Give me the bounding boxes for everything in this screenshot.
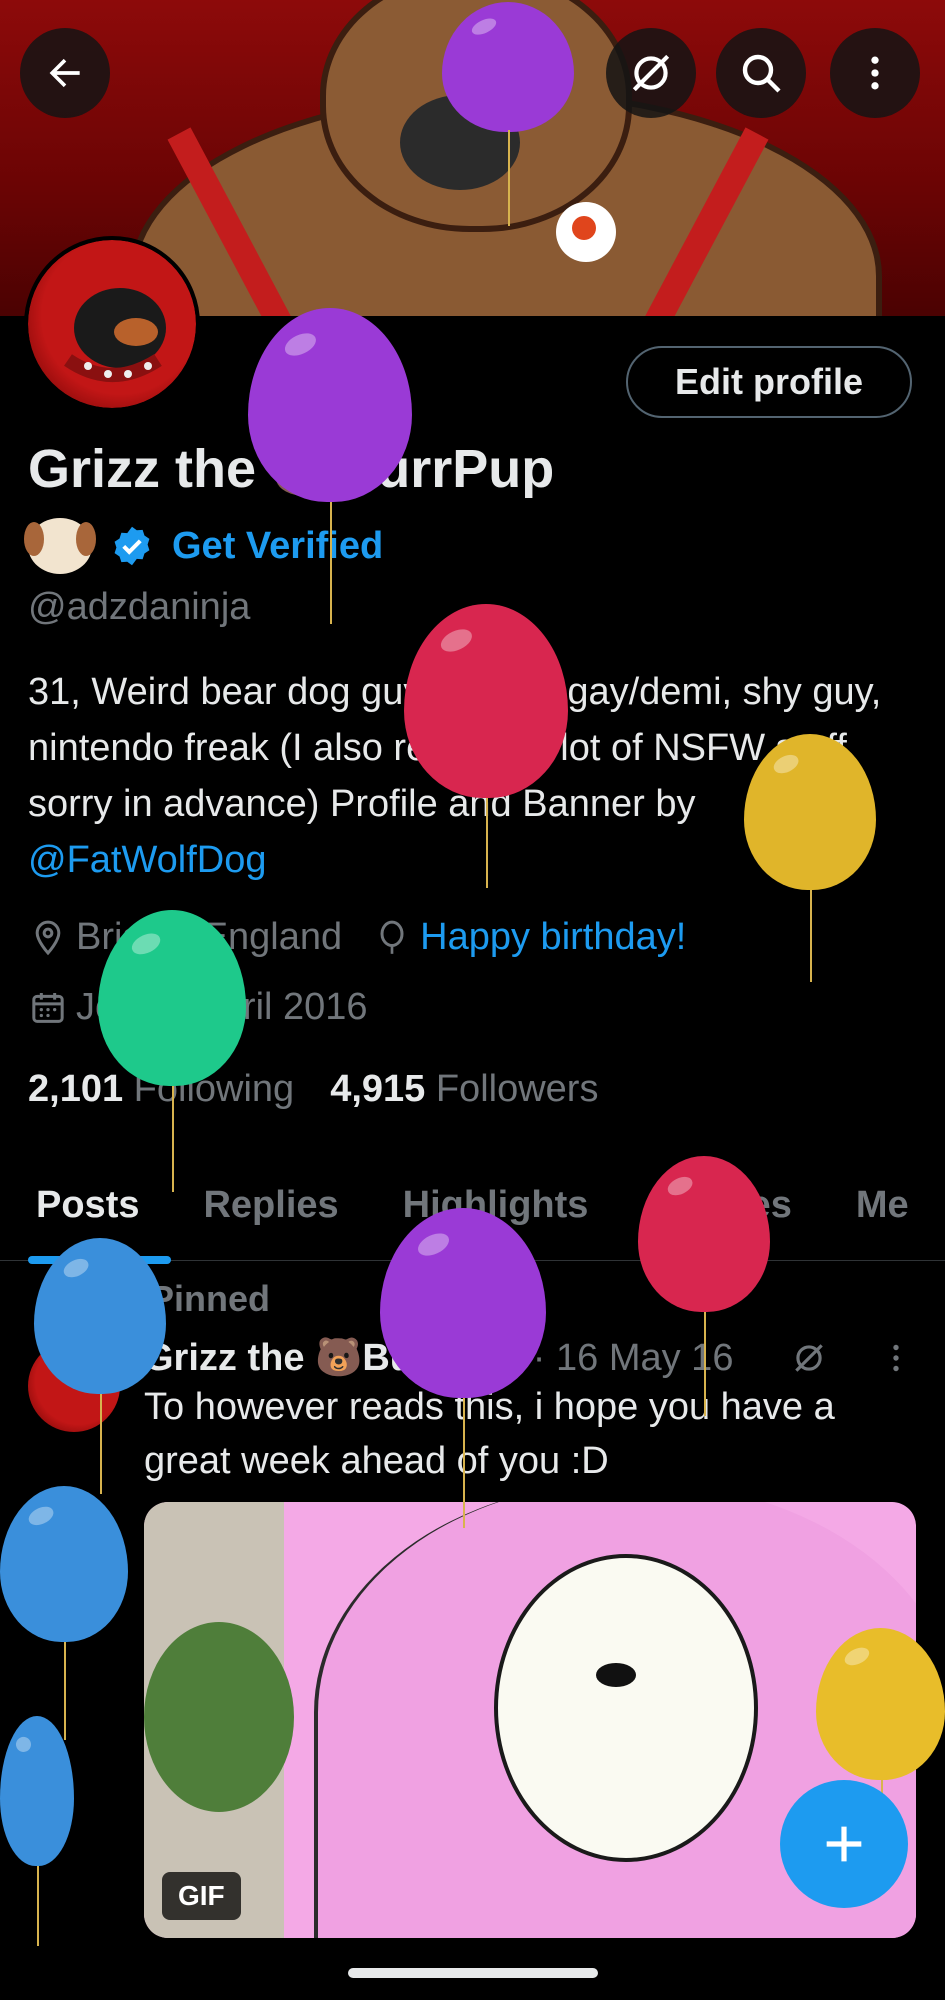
- bio-mention-link[interactable]: @FatWolfDog: [28, 839, 267, 881]
- following-label: Following: [133, 1068, 295, 1110]
- back-button[interactable]: [20, 28, 110, 118]
- profile-handle: @adzdaninja: [28, 586, 251, 628]
- following-count: 2,101: [28, 1068, 124, 1110]
- bio-text: 31, Weird bear dog guy, gamer, gay/demi,…: [28, 671, 882, 825]
- followers-count: 4,915: [330, 1068, 426, 1110]
- plus-icon: [826, 1826, 862, 1862]
- avatar-image: [28, 240, 196, 408]
- profile-avatar[interactable]: [24, 236, 200, 412]
- followers-link[interactable]: 4,915 Followers: [330, 1068, 598, 1111]
- location-text: Bristol, England: [76, 916, 343, 958]
- calendar-icon: [32, 992, 64, 1023]
- media-face: [494, 1554, 758, 1862]
- dog-emoji-icon: [24, 518, 96, 574]
- search-icon: [742, 54, 781, 93]
- pinned-label-row: Pinned: [92, 1278, 270, 1320]
- post-text: To however reads this, i hope you have a…: [144, 1386, 835, 1482]
- banner-bear-muzzle: [400, 95, 520, 190]
- tab-posts[interactable]: Posts: [0, 1170, 172, 1264]
- tab-media[interactable]: Me: [820, 1170, 937, 1260]
- more-vertical-icon[interactable]: [878, 1340, 914, 1376]
- more-button[interactable]: [830, 28, 920, 118]
- display-name: Grizz the 🐻BurrPup: [28, 439, 555, 499]
- post-avatar[interactable]: [28, 1340, 120, 1432]
- gif-badge: GIF: [162, 1872, 241, 1920]
- balloon-blue-3: [0, 1716, 74, 1946]
- tab-replies[interactable]: Replies: [167, 1170, 366, 1260]
- joined-row: Joined April 2016: [28, 986, 368, 1029]
- verified-badge-icon[interactable]: [110, 524, 154, 568]
- compose-button[interactable]: [780, 1780, 908, 1908]
- profile-tabs: Posts Replies Highlights Articles Me: [0, 1170, 945, 1264]
- profile-meta-row: Bristol, England Happy birthday!: [28, 916, 686, 959]
- following-link[interactable]: 2,101 Following: [28, 1068, 294, 1111]
- back-arrow-icon: [49, 58, 80, 88]
- balloon-blue-2: [0, 1486, 128, 1740]
- balloon-icon: [380, 920, 404, 954]
- joined-text: Joined April 2016: [76, 986, 368, 1028]
- sync-off-button[interactable]: [606, 28, 696, 118]
- sync-off-icon: [632, 54, 670, 92]
- more-vertical-icon: [871, 56, 879, 90]
- avatar-dog-art: [64, 288, 166, 382]
- get-verified-link[interactable]: Get Verified: [172, 525, 383, 568]
- tab-highlights[interactable]: Highlights: [367, 1170, 617, 1260]
- media-nose: [596, 1663, 636, 1687]
- birthday-link[interactable]: Happy birthday!: [420, 916, 686, 959]
- sync-off-icon[interactable]: [790, 1339, 828, 1377]
- profile-bio: 31, Weird bear dog guy, gamer, gay/demi,…: [28, 664, 908, 888]
- home-indicator[interactable]: [348, 1968, 598, 1978]
- pin-icon: [100, 1286, 118, 1312]
- follow-stats: 2,101 Following 4,915 Followers: [28, 1068, 598, 1111]
- location-pin-icon: [35, 920, 61, 955]
- banner-egg: [556, 202, 616, 262]
- post-header: Grizz the 🐻BurrPu... · 16 May 16: [144, 1336, 914, 1380]
- badge-row: Get Verified: [24, 518, 383, 574]
- post-author[interactable]: Grizz the 🐻BurrPu...: [144, 1336, 523, 1380]
- edit-profile-button[interactable]: Edit profile: [626, 346, 912, 418]
- media-tree: [144, 1622, 294, 1812]
- followers-label: Followers: [435, 1068, 599, 1110]
- search-button[interactable]: [716, 28, 806, 118]
- tab-articles[interactable]: Articles: [616, 1170, 819, 1260]
- pinned-label: Pinned: [150, 1278, 271, 1319]
- post-date: · 16 May 16: [532, 1336, 734, 1379]
